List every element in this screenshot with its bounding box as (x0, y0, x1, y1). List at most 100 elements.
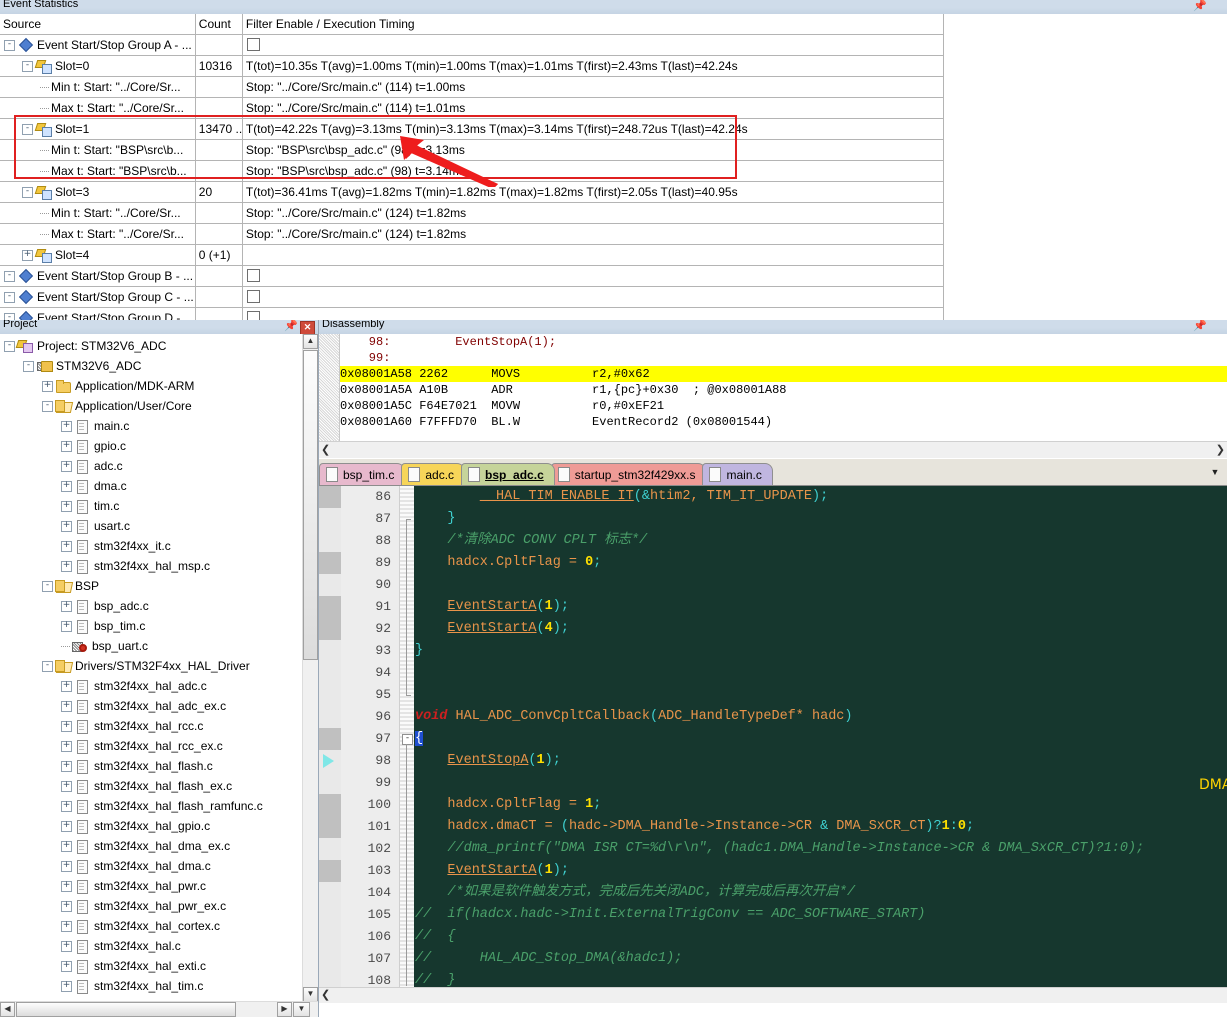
tree-expander[interactable]: + (61, 920, 72, 932)
code-line[interactable]: /*如果是软件触发方式，完成后先关闭ADC，计算完成后再次开启*/ (415, 882, 1227, 904)
row-source-cell[interactable]: - Slot=3 (0, 181, 196, 203)
code-line[interactable]: EventStopA(1); (415, 750, 1227, 772)
tree-expander[interactable]: + (61, 940, 72, 952)
row-source-cell[interactable]: Max t: Start: "../Core/Sr... (0, 97, 196, 119)
tree-expander[interactable]: - (42, 400, 53, 412)
code-folding-bar[interactable]: - (400, 486, 414, 1003)
project-tree-item[interactable]: + stm32f4xx_hal_pwr.c (2, 876, 318, 896)
pin-icon[interactable]: 📌 (1193, 320, 1207, 333)
tree-expander[interactable]: + (61, 740, 72, 752)
tree-expander[interactable]: - (4, 291, 15, 303)
table-row[interactable]: - Slot=0 10316 T(tot)=10.35s T(avg)=1.00ms … (0, 55, 945, 77)
code-line[interactable] (415, 684, 1227, 706)
tree-expander[interactable]: + (61, 860, 72, 872)
project-tree-item[interactable]: - BSP (2, 576, 318, 596)
editor-tab-bsp-adc-c[interactable]: bsp_adc.c (461, 463, 555, 485)
tree-expander[interactable]: + (61, 700, 72, 712)
tree-expander[interactable]: + (61, 840, 72, 852)
breakpoint-slot[interactable] (319, 618, 341, 640)
table-row[interactable]: - Slot=1 13470 ... T(tot)=42.22s T(avg)=3.1… (0, 118, 945, 140)
table-row[interactable]: - Slot=3 20 T(tot)=36.41ms T(avg)=1.82ms T(… (0, 181, 945, 203)
tree-expander[interactable]: + (61, 980, 72, 992)
tree-expander[interactable]: + (22, 249, 33, 261)
tree-expander[interactable]: - (4, 340, 15, 352)
project-tree-item[interactable]: + bsp_adc.c (2, 596, 318, 616)
table-row[interactable]: Min t: Start: "../Core/Sr... Stop: "../Co… (0, 76, 945, 98)
project-tree-item[interactable]: + Application/MDK-ARM (2, 376, 318, 396)
project-tree-item[interactable]: + stm32f4xx_hal_rcc.c (2, 716, 318, 736)
breakpoint-slot[interactable] (319, 860, 341, 882)
code-line[interactable]: } (415, 508, 1227, 530)
scroll-thumb-horizontal[interactable] (16, 1002, 236, 1017)
breakpoint-bar[interactable] (319, 486, 342, 1003)
code-line[interactable]: hadcx.dmaCT = (hadc->DMA_Handle->Instanc… (415, 816, 1227, 838)
tree-expander[interactable]: + (61, 760, 72, 772)
column-header-timing[interactable]: Filter Enable / Execution Timing (242, 14, 945, 35)
disassembly-instruction-line[interactable]: 0x08001A60 F7FFFD70 BL.W EventRecord2 (0… (340, 414, 1227, 430)
project-tree-item[interactable]: - Application/User/Core (2, 396, 318, 416)
project-tree-item[interactable]: + stm32f4xx_hal_adc.c (2, 676, 318, 696)
row-source-cell[interactable]: Min t: Start: "BSP\src\b... (0, 139, 196, 161)
code-line[interactable]: EventStartA(4); (415, 618, 1227, 640)
tree-expander[interactable]: + (61, 720, 72, 732)
table-row[interactable]: - Event Start/Stop Group A - ... (0, 34, 945, 56)
tree-expander[interactable]: + (61, 460, 72, 472)
close-icon[interactable]: ✕ (300, 321, 315, 334)
tree-expander[interactable]: + (61, 820, 72, 832)
project-tree-item[interactable]: bsp_uart.c (2, 636, 318, 656)
project-tree-item[interactable]: - STM32V6_ADC (2, 356, 318, 376)
scroll-right-button[interactable]: ❯ (1216, 443, 1225, 456)
scroll-left-button[interactable]: ❮ (321, 988, 330, 1001)
code-line[interactable] (415, 662, 1227, 684)
scroll-thumb-vertical[interactable] (303, 350, 318, 660)
code-line[interactable]: __HAL_TIM_ENABLE_IT(&htim2, TIM_IT_UPDAT… (415, 486, 1227, 508)
row-source-cell[interactable]: + Slot=4 (0, 244, 196, 266)
project-tree-item[interactable]: + stm32f4xx_hal_adc_ex.c (2, 696, 318, 716)
breakpoint-slot[interactable] (319, 596, 341, 618)
scroll-down-button[interactable]: ▼ (303, 987, 318, 1002)
row-source-cell[interactable]: - Event Start/Stop Group C - ... (0, 286, 196, 308)
row-source-cell[interactable]: Min t: Start: "../Core/Sr... (0, 202, 196, 224)
row-source-cell[interactable]: Max t: Start: "../Core/Sr... (0, 223, 196, 245)
project-tree-item[interactable]: + stm32f4xx_hal_flash_ex.c (2, 776, 318, 796)
editor-tab-adc-c[interactable]: adc.c (401, 463, 466, 485)
table-row[interactable]: + Slot=4 0 (+1) (0, 244, 945, 266)
tree-expander[interactable]: + (61, 900, 72, 912)
code-line[interactable]: hadcx.CpltFlag = 0; (415, 552, 1227, 574)
table-row[interactable]: Max t: Start: "BSP\src\b... Stop: "BSP\sr… (0, 160, 945, 182)
tree-expander[interactable]: + (61, 680, 72, 692)
tree-expander[interactable]: + (61, 540, 72, 552)
disassembly-instruction-line[interactable]: 0x08001A5A A10B ADR r1,{pc}+0x30 ; @0x08… (340, 382, 1227, 398)
tree-expander[interactable]: + (61, 520, 72, 532)
disassembly-instruction-line[interactable]: 0x08001A58 2262 MOVS r2,#0x62 (340, 366, 1227, 382)
code-line[interactable]: EventStartA(1); (415, 860, 1227, 882)
code-line[interactable]: void HAL_ADC_ConvCpltCallback(ADC_Handle… (415, 706, 1227, 728)
row-source-cell[interactable]: - Slot=0 (0, 55, 196, 77)
tree-expander[interactable]: + (61, 880, 72, 892)
tree-expander[interactable]: + (61, 600, 72, 612)
project-tree-item[interactable]: + stm32f4xx_hal_cortex.c (2, 916, 318, 936)
tree-expander[interactable]: + (61, 500, 72, 512)
pin-icon[interactable]: 📌 (1193, 0, 1207, 13)
project-tree-item[interactable]: + dma.c (2, 476, 318, 496)
filter-enable-checkbox[interactable] (246, 37, 260, 51)
project-horizontal-scrollbar[interactable]: ◀ ▶ ▼ (0, 1001, 318, 1017)
scroll-right-button[interactable]: ▶ (277, 1002, 292, 1017)
tree-expander[interactable]: + (42, 380, 53, 392)
disassembly-gutter[interactable] (319, 334, 340, 441)
table-row[interactable]: - Event Start/Stop Group C - ... (0, 286, 945, 308)
row-source-cell[interactable]: - Event Start/Stop Group B - ... (0, 265, 196, 287)
project-tree-item[interactable]: + main.c (2, 416, 318, 436)
table-row[interactable]: Min t: Start: "../Core/Sr... Stop: "../Co… (0, 202, 945, 224)
table-row[interactable]: Max t: Start: "../Core/Sr... Stop: "../Co… (0, 223, 945, 245)
code-line[interactable]: EventStartA(1); (415, 596, 1227, 618)
project-tree-item[interactable]: + bsp_tim.c (2, 616, 318, 636)
table-row[interactable]: Max t: Start: "../Core/Sr... Stop: "../Co… (0, 97, 945, 119)
scroll-left-button[interactable]: ❮ (321, 443, 330, 456)
breakpoint-slot[interactable] (319, 552, 341, 574)
project-vertical-scrollbar[interactable]: ▲ ▼ (302, 334, 318, 1002)
tree-expander[interactable]: + (61, 440, 72, 452)
code-line[interactable]: } (415, 640, 1227, 662)
disassembly-horizontal-scrollbar[interactable]: ❮ ❯ (319, 441, 1227, 458)
code-line[interactable]: // HAL_ADC_Stop_DMA(&hadc1); (415, 948, 1227, 970)
